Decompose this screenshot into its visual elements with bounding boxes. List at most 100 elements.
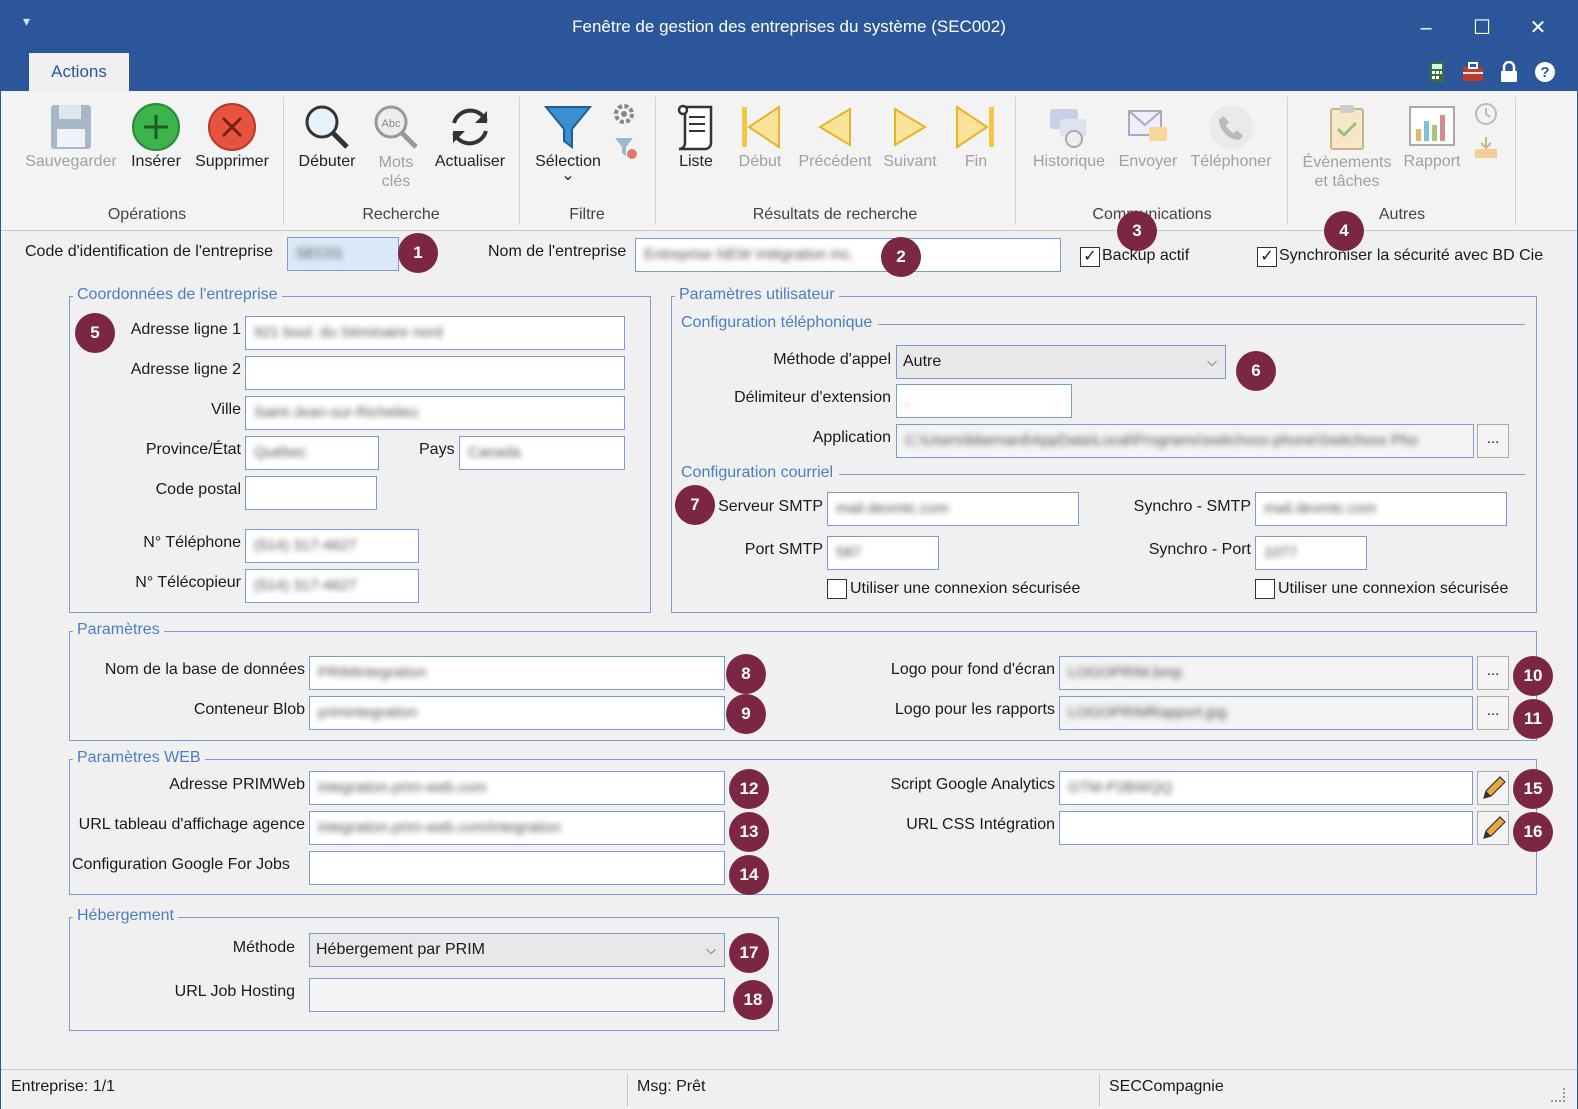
badge-2: 2 <box>881 237 921 277</box>
list-button[interactable]: Liste <box>665 101 727 171</box>
sync-secure-checkbox[interactable] <box>1255 579 1275 599</box>
first-label: Début <box>738 153 782 170</box>
ext-delimiter-label: Délimiteur d'extension <box>734 389 891 406</box>
badge-1: 1 <box>398 233 438 273</box>
fax-input[interactable]: (514) 317-4627 <box>245 569 419 603</box>
clock-icon[interactable] <box>1473 101 1499 127</box>
lock-icon[interactable] <box>1497 61 1521 83</box>
status-bar: Entreprise: 1/1 Msg: Prêt SECCompagnie <box>1 1069 1577 1109</box>
next-label: Suivant <box>883 153 937 170</box>
report-logo-input[interactable]: LOGOPRIMRapport.jpg <box>1059 696 1473 730</box>
previous-button[interactable]: Précédent <box>793 101 877 171</box>
group-label-search: Recherche <box>362 206 440 223</box>
gear-icon[interactable] <box>611 101 637 127</box>
sync-smtp-input[interactable]: mail.devmtc.com <box>1255 492 1507 526</box>
google-for-jobs-input[interactable] <box>309 851 725 885</box>
calculator-icon[interactable] <box>1427 61 1447 83</box>
group-separator <box>519 97 520 225</box>
previous-label: Précédent <box>798 153 872 170</box>
company-coordinates-legend: Coordonnées de l'entreprise <box>73 286 282 304</box>
primweb-input[interactable]: integration.prim-web.com <box>309 771 725 805</box>
company-name-input[interactable]: Entreprise NEW Intégration inc. <box>635 238 1061 272</box>
selection-button[interactable]: Sélection ⌄ <box>527 101 609 184</box>
refresh-button[interactable]: Actualiser <box>429 101 511 171</box>
next-button[interactable]: Suivant <box>879 101 941 171</box>
delete-button[interactable]: Supprimer <box>189 101 275 171</box>
funnel-icon <box>543 106 593 149</box>
minimize-button[interactable]: – <box>1411 13 1441 43</box>
hosting-method-select[interactable]: Hébergement par PRIM ⌵ <box>309 933 725 967</box>
company-code-input[interactable]: SEC01 <box>287 237 399 271</box>
application-browse-button[interactable]: ... <box>1477 424 1509 458</box>
country-input[interactable]: Canada <box>459 436 625 470</box>
analytics-edit-button[interactable] <box>1477 771 1509 805</box>
sync-security-checkbox[interactable]: ✓ <box>1257 247 1277 267</box>
status-message: Msg: Prêt <box>637 1078 706 1095</box>
save-label: Sauvegarder <box>25 153 117 170</box>
events-tasks-label: Évènements et tâches <box>1302 154 1392 190</box>
call-method-select[interactable]: Autre ⌵ <box>896 345 1226 379</box>
address2-label: Adresse ligne 2 <box>130 361 241 378</box>
last-button[interactable]: Fin <box>947 101 1005 171</box>
status-separator <box>1099 1074 1100 1106</box>
phone-input[interactable]: (514) 317-4627 <box>245 529 419 563</box>
keywords-button[interactable]: Abc Mots clés <box>367 101 425 191</box>
css-url-edit-button[interactable] <box>1477 811 1509 845</box>
bg-logo-browse-button[interactable]: ... <box>1477 656 1509 690</box>
sync-port-input[interactable]: 1077 <box>1255 536 1367 570</box>
help-icon[interactable]: ? <box>1533 61 1557 83</box>
group-separator <box>283 97 284 225</box>
history-button[interactable]: Historique <box>1025 101 1113 171</box>
province-input[interactable]: Québec <box>245 436 379 470</box>
start-search-label: Débuter <box>298 153 356 170</box>
city-input[interactable]: Saint-Jean-sur-Richelieu <box>245 396 625 430</box>
smtp-server-input[interactable]: mail.devmtc.com <box>827 492 1079 526</box>
address2-input[interactable] <box>245 356 625 390</box>
report-logo-label: Logo pour les rapports <box>894 701 1055 718</box>
first-record-icon <box>742 105 780 149</box>
bg-logo-label: Logo pour fond d'écran <box>890 661 1055 678</box>
sync-port-label: Synchro - Port <box>1148 541 1251 558</box>
blob-container-input[interactable]: primintegration <box>309 696 725 730</box>
smtp-port-input[interactable]: 587 <box>827 536 939 570</box>
start-search-button[interactable]: Débuter <box>291 101 363 171</box>
email-config-legend: Configuration courriel <box>681 464 840 482</box>
save-button[interactable]: Sauvegarder <box>19 101 123 171</box>
css-url-input[interactable] <box>1059 811 1473 845</box>
agency-url-input[interactable]: integration.prim-web.com/integration <box>309 811 725 845</box>
postal-code-input[interactable] <box>245 476 377 510</box>
next-icon <box>894 107 927 147</box>
application-input[interactable]: C:\Users\bbernard\AppData\Local\Programs… <box>896 424 1474 458</box>
first-button[interactable]: Début <box>731 101 789 171</box>
phone-button[interactable]: Téléphoner <box>1183 101 1279 171</box>
maximize-button[interactable]: ☐ <box>1467 13 1497 43</box>
insert-button[interactable]: Insérer <box>125 101 187 171</box>
chevron-down-icon: ⌵ <box>706 942 716 957</box>
hosting-method-value: Hébergement par PRIM <box>316 941 485 958</box>
import-tray-icon[interactable] <box>1473 135 1499 161</box>
analytics-input[interactable]: GTM-P2BWQQ <box>1059 771 1473 805</box>
send-label: Envoyer <box>1118 153 1178 170</box>
report-logo-browse-button[interactable]: ... <box>1477 696 1509 730</box>
close-button[interactable]: ✕ <box>1523 13 1553 43</box>
smtp-secure-checkbox[interactable] <box>827 579 847 599</box>
events-tasks-button[interactable]: Évènements et tâches <box>1297 101 1397 191</box>
clear-filter-icon[interactable] <box>613 135 639 161</box>
backup-active-checkbox[interactable]: ✓ <box>1080 247 1100 267</box>
toolbox-icon[interactable] <box>1461 61 1485 83</box>
address1-input[interactable]: 921 boul. du Séminaire nord <box>245 316 625 350</box>
db-name-input[interactable]: PRIMIntegration <box>309 656 725 690</box>
tab-actions[interactable]: Actions <box>29 53 129 91</box>
badge-16: 16 <box>1513 812 1553 852</box>
keywords-label: Mots clés <box>378 154 414 190</box>
badge-13: 13 <box>729 812 769 852</box>
job-hosting-url-input[interactable] <box>309 978 725 1012</box>
send-button[interactable]: Envoyer <box>1115 101 1181 171</box>
clipboard-icon <box>1330 105 1364 150</box>
ext-delimiter-input[interactable]: , <box>896 384 1072 418</box>
resize-grip-icon[interactable] <box>1551 1088 1565 1102</box>
phone-label: Téléphoner <box>1190 153 1272 170</box>
report-button[interactable]: Rapport <box>1399 101 1465 171</box>
bg-logo-input[interactable]: LOGOPRIM.bmp <box>1059 656 1473 690</box>
window: ▾ Fenêtre de gestion des entreprises du … <box>0 0 1578 1109</box>
